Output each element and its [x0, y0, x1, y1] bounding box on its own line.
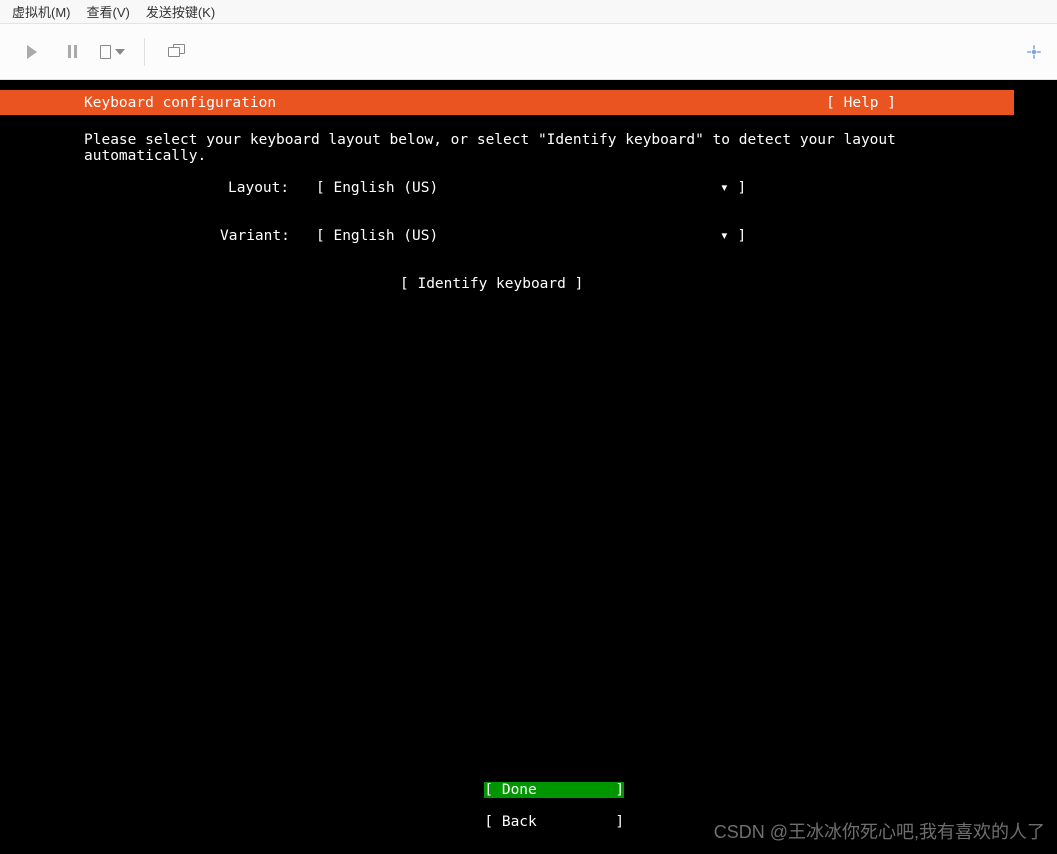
- variant-dropdown-icon[interactable]: ▾ ]: [720, 228, 746, 244]
- back-button[interactable]: [ Back ]: [484, 814, 624, 830]
- layout-label: Layout:: [228, 180, 289, 196]
- installer-console: Keyboard configuration [ Help ] Please s…: [0, 80, 1014, 854]
- instruction-text: Please select your keyboard layout below…: [84, 132, 896, 164]
- done-button[interactable]: [ Done ]: [484, 782, 624, 798]
- page-title: Keyboard configuration: [84, 95, 276, 111]
- vm-display: Keyboard configuration [ Help ] Please s…: [0, 80, 1057, 854]
- menu-send[interactable]: 发送按键(K): [138, 2, 223, 21]
- layout-dropdown-icon[interactable]: ▾ ]: [720, 180, 746, 196]
- footer-buttons: [ Done ] [ Back ]: [432, 766, 624, 846]
- layout-select[interactable]: [ English (US): [316, 180, 438, 196]
- pause-button[interactable]: [54, 37, 90, 67]
- variant-label: Variant:: [220, 228, 290, 244]
- identify-keyboard-button[interactable]: [ Identify keyboard ]: [400, 276, 583, 292]
- expand-button[interactable]: [1025, 43, 1043, 61]
- pause-icon: [68, 45, 77, 58]
- variant-select[interactable]: [ English (US): [316, 228, 438, 244]
- disk-icon: [100, 45, 111, 59]
- help-button[interactable]: [ Help ]: [826, 95, 896, 111]
- host-toolbar: [0, 24, 1057, 80]
- menu-vm[interactable]: 虚拟机(M): [4, 2, 79, 21]
- disk-button[interactable]: [94, 37, 130, 67]
- screens-button[interactable]: [159, 37, 195, 67]
- screens-icon: [168, 45, 186, 59]
- expand-icon: [1025, 43, 1043, 61]
- menu-view[interactable]: 查看(V): [79, 2, 138, 21]
- chevron-down-icon: [115, 49, 125, 55]
- installer-header: Keyboard configuration [ Help ]: [0, 90, 1014, 115]
- toolbar-separator: [144, 38, 145, 66]
- play-icon: [27, 45, 37, 59]
- host-menubar: 虚拟机(M) 查看(V) 发送按键(K): [0, 0, 1057, 24]
- play-button[interactable]: [14, 37, 50, 67]
